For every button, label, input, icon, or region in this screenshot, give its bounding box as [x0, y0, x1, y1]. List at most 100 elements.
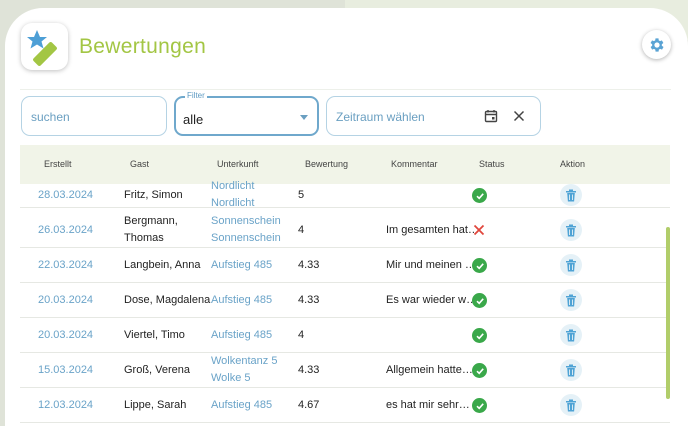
- filter-select[interactable]: Filter alle: [174, 91, 319, 136]
- check-circle-icon: [472, 188, 488, 204]
- guest-name: Groß, Verena: [124, 362, 190, 379]
- page-title: Bewertungen: [79, 35, 207, 58]
- close-icon[interactable]: [513, 110, 525, 122]
- date-range-input[interactable]: Zeitraum wählen: [326, 96, 541, 136]
- search-placeholder: suchen: [31, 110, 70, 124]
- created-date[interactable]: 20.03.2024: [38, 292, 93, 309]
- accommodation-link[interactable]: Aufstieg 485: [211, 257, 272, 274]
- accommodation-link[interactable]: Aufstieg 485: [211, 327, 272, 344]
- comment-preview[interactable]: Im gesamten hat…: [386, 222, 479, 239]
- guest-name: Langbein, Anna: [124, 257, 200, 274]
- gast-line: Fritz, Simon: [124, 189, 183, 201]
- column-header-erstellt[interactable]: Erstellt: [44, 159, 72, 169]
- unterkunft-line: Sonnenschein: [211, 232, 281, 244]
- date-range-placeholder: Zeitraum wählen: [336, 110, 425, 124]
- table-row[interactable]: 28.03.2024 Fritz, Simon Nordlicht Nordlicht…: [20, 178, 670, 209]
- delete-button[interactable]: [560, 394, 582, 416]
- panel-header: Bewertungen: [5, 8, 688, 90]
- unterkunft-line: Aufstieg 485: [211, 399, 273, 411]
- delete-button[interactable]: [560, 359, 582, 381]
- accommodation-link[interactable]: Wolkentanz 5 Wolke 5: [211, 353, 277, 387]
- delete-button[interactable]: [560, 219, 582, 241]
- comment-preview[interactable]: Mir und meinen …: [386, 257, 476, 274]
- accommodation-link[interactable]: Sonnenschein Sonnenschein: [211, 213, 281, 247]
- reviews-panel: Bewertungen suchen Filter alle Zeitraum …: [5, 8, 688, 426]
- unterkunft-line: Aufstieg 485: [211, 329, 273, 341]
- filter-label: Filter: [185, 91, 207, 100]
- unterkunft-line: Nordlicht: [211, 180, 255, 192]
- rating-value: 4.33: [298, 294, 320, 306]
- gast-line: Groß, Verena: [124, 364, 191, 376]
- column-header-status: Status: [479, 159, 505, 169]
- delete-button[interactable]: [560, 324, 582, 346]
- created-date[interactable]: 20.03.2024: [38, 327, 93, 344]
- created-date[interactable]: 12.03.2024: [38, 397, 93, 414]
- column-header-aktion: Aktion: [560, 159, 586, 169]
- search-input[interactable]: suchen: [21, 96, 167, 136]
- guest-name: Dose, Magdalena: [124, 292, 210, 309]
- guest-name: Viertel, Timo: [124, 327, 185, 344]
- table-row[interactable]: 22.03.2024 Langbein, Anna Aufstieg 485 4.33…: [20, 248, 670, 283]
- check-circle-icon: [472, 293, 488, 309]
- settings-button[interactable]: [642, 30, 671, 59]
- trash-icon: [566, 294, 576, 306]
- gast-line: Lippe, Sarah: [124, 399, 187, 411]
- trash-icon: [566, 399, 576, 411]
- created-date[interactable]: 22.03.2024: [38, 257, 93, 274]
- rating-value: 4.67: [298, 399, 320, 411]
- trash-icon: [566, 259, 576, 271]
- rating-value: 4.33: [298, 259, 320, 271]
- gast-line: Bergmann,: [124, 215, 178, 227]
- gast-line: Viertel, Timo: [124, 329, 185, 341]
- star-pencil-logo-icon: [21, 23, 68, 70]
- accommodation-link[interactable]: Aufstieg 485: [211, 292, 272, 309]
- created-date[interactable]: 28.03.2024: [38, 187, 93, 204]
- unterkunft-line: Aufstieg 485: [211, 259, 273, 271]
- filter-value: alle: [183, 112, 204, 127]
- guest-name: Lippe, Sarah: [124, 397, 186, 414]
- unterkunft-line: Nordlicht: [211, 197, 255, 209]
- unterkunft-line: Wolke 5: [211, 372, 251, 384]
- check-circle-icon: [472, 258, 488, 274]
- column-header-bewertung[interactable]: Bewertung: [305, 159, 348, 169]
- trash-icon: [566, 329, 576, 341]
- gear-icon: [650, 37, 664, 52]
- accommodation-link[interactable]: Aufstieg 485: [211, 397, 272, 414]
- cross-icon: [472, 223, 488, 239]
- check-circle-icon: [472, 328, 488, 344]
- trash-icon: [566, 224, 576, 236]
- delete-button[interactable]: [560, 289, 582, 311]
- created-date[interactable]: 15.03.2024: [38, 362, 93, 379]
- chevron-down-icon[interactable]: [300, 115, 308, 120]
- delete-button[interactable]: [560, 254, 582, 276]
- trash-icon: [566, 364, 576, 376]
- accommodation-link[interactable]: Nordlicht Nordlicht: [211, 178, 254, 212]
- column-header-kommentar[interactable]: Kommentar: [391, 159, 438, 169]
- table-row[interactable]: 26.03.2024 Bergmann, Thomas Sonnenschein Son…: [20, 213, 670, 248]
- table-row[interactable]: 20.03.2024 Viertel, Timo Aufstieg 485 4: [20, 318, 670, 353]
- comment-preview[interactable]: es hat mir sehr…: [386, 397, 470, 414]
- rating-value: 5: [298, 189, 305, 201]
- column-header-gast[interactable]: Gast: [130, 159, 149, 169]
- guest-name: Bergmann, Thomas: [124, 213, 178, 247]
- table-row[interactable]: 15.03.2024 Groß, Verena Wolkentanz 5 Wolke …: [20, 353, 670, 388]
- gast-line: Dose, Magdalena: [124, 294, 211, 306]
- rating-value: 4: [298, 329, 305, 341]
- comment-preview[interactable]: Allgemein hatte…: [386, 362, 473, 379]
- delete-button[interactable]: [560, 184, 582, 206]
- column-header-unterkunft[interactable]: Unterkunft: [217, 159, 259, 169]
- scrollbar[interactable]: [666, 227, 670, 399]
- unterkunft-line: Sonnenschein: [211, 215, 281, 227]
- calendar-icon[interactable]: [484, 109, 498, 123]
- comment-preview[interactable]: Es war wieder w…: [386, 292, 477, 309]
- gast-line: Langbein, Anna: [124, 259, 201, 271]
- table-row[interactable]: 20.03.2024 Dose, Magdalena Aufstieg 485 4.3…: [20, 283, 670, 318]
- check-circle-icon: [472, 398, 488, 414]
- header-divider: [20, 89, 671, 90]
- trash-icon: [566, 189, 576, 201]
- created-date[interactable]: 26.03.2024: [38, 222, 93, 239]
- check-circle-icon: [472, 363, 488, 379]
- table-row[interactable]: 12.03.2024 Lippe, Sarah Aufstieg 485 4.67 es…: [20, 388, 670, 423]
- gast-line: Thomas: [124, 232, 164, 244]
- unterkunft-line: Wolkentanz 5: [211, 355, 278, 367]
